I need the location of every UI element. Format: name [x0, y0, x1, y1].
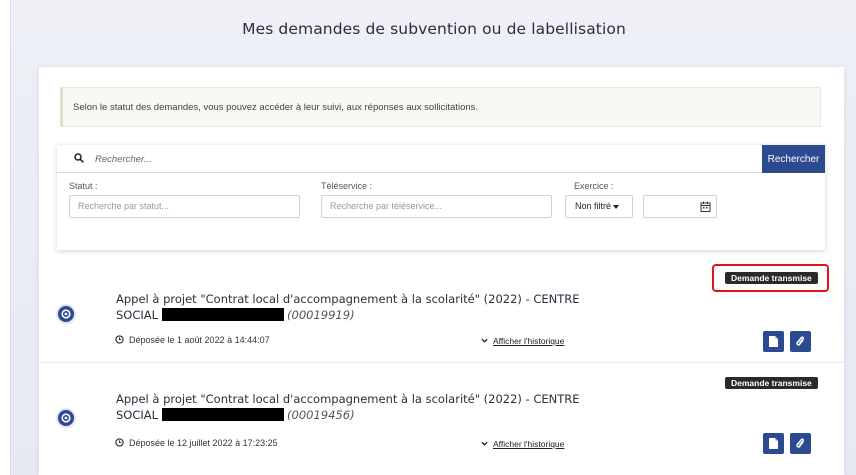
redacted-block — [162, 408, 285, 421]
attachment-button[interactable] — [790, 331, 811, 352]
document-icon — [769, 438, 778, 449]
chevron-down-icon — [481, 441, 488, 446]
document-button[interactable] — [763, 331, 784, 352]
request-date-text: Déposée le 1 août 2022 à 14:44:07 — [129, 335, 270, 345]
request-title-line2: SOCIAL — [116, 308, 159, 322]
exercice-dropdown[interactable]: Non filtré — [565, 195, 633, 218]
request-reference: (00019919) — [287, 308, 355, 322]
history-link-label: Afficher l'historique — [493, 336, 565, 346]
clock-icon — [115, 438, 124, 447]
search-icon — [74, 153, 84, 163]
clock-icon — [115, 335, 124, 344]
search-input[interactable] — [95, 149, 735, 169]
search-bar: Rechercher — [57, 145, 825, 173]
info-message: Selon le statut des demandes, vous pouve… — [60, 87, 821, 127]
page-background: Mes demandes de subvention ou de labelli… — [10, 0, 856, 475]
request-title-line1: Appel à projet "Contrat local d'accompag… — [116, 392, 580, 406]
request-reference: (00019456) — [287, 408, 355, 422]
request-date-text: Déposée le 12 juillet 2022 à 17:23:25 — [129, 438, 278, 448]
divider — [39, 362, 844, 363]
request-date: Déposée le 1 août 2022 à 14:44:07 — [115, 335, 270, 345]
document-button[interactable] — [763, 433, 784, 454]
search-button[interactable]: Rechercher — [762, 145, 825, 173]
history-link-label: Afficher l'historique — [493, 439, 565, 449]
caret-down-icon — [613, 204, 620, 209]
redacted-block — [162, 308, 285, 321]
request-title[interactable]: Appel à projet "Contrat local d'accompag… — [116, 391, 580, 423]
statut-input[interactable]: Recherche par statut... — [69, 195, 300, 218]
chevron-down-icon — [481, 338, 488, 343]
search-card: Rechercher Statut : Recherche par statut… — [57, 145, 825, 250]
teleservice-label: Téléservice : — [321, 181, 373, 191]
request-title-line1: Appel à projet "Contrat local d'accompag… — [116, 292, 580, 306]
request-type-icon — [56, 408, 76, 428]
history-link[interactable]: Afficher l'historique — [481, 439, 564, 449]
year-input[interactable] — [643, 195, 717, 218]
paperclip-icon — [796, 438, 805, 448]
status-badge: Demande transmise — [725, 272, 818, 284]
teleservice-input[interactable]: Recherche par téléservice... — [321, 195, 552, 218]
request-item: Demande transmise Appel à projet "Contra… — [39, 367, 844, 457]
calendar-icon[interactable] — [700, 201, 711, 212]
request-date: Déposée le 12 juillet 2022 à 17:23:25 — [115, 438, 278, 448]
page-title: Mes demandes de subvention ou de labelli… — [242, 20, 626, 38]
request-type-icon — [56, 304, 76, 324]
attachment-button[interactable] — [790, 433, 811, 454]
requests-panel: Selon le statut des demandes, vous pouve… — [39, 67, 844, 475]
request-item: Demande transmise Appel à projet "Contra… — [39, 264, 844, 354]
history-link[interactable]: Afficher l'historique — [481, 336, 564, 346]
document-icon — [769, 336, 778, 347]
request-title[interactable]: Appel à projet "Contrat local d'accompag… — [116, 291, 580, 323]
exercice-label: Exercice : — [574, 181, 614, 191]
status-badge: Demande transmise — [725, 377, 818, 389]
exercice-dropdown-value: Non filtré — [575, 201, 612, 211]
paperclip-icon — [796, 336, 805, 346]
request-title-line2: SOCIAL — [116, 408, 159, 422]
statut-label: Statut : — [69, 181, 98, 191]
